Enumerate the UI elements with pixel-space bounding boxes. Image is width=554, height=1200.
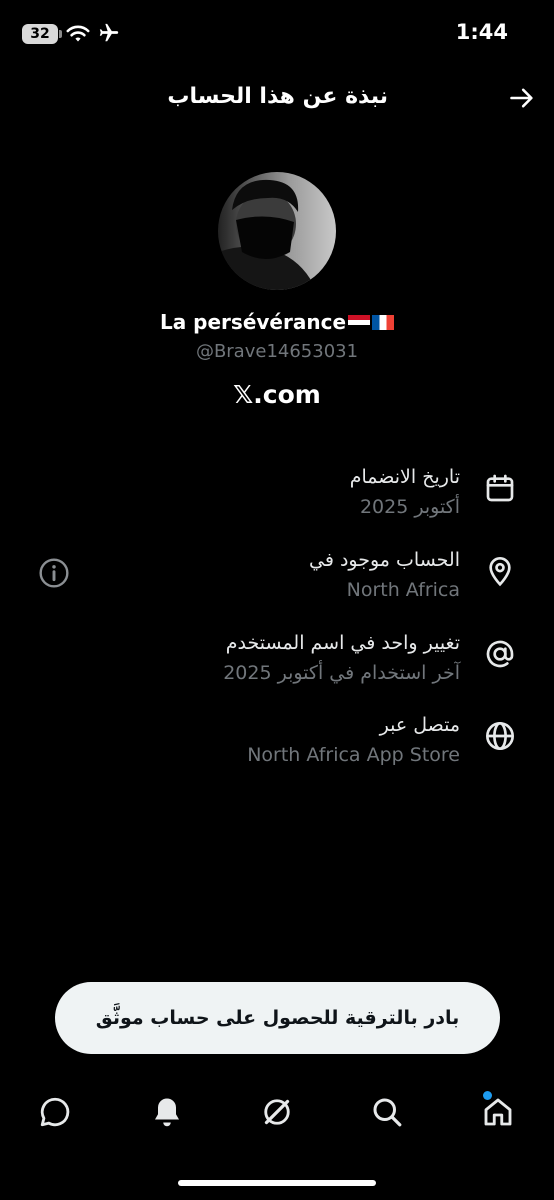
at-sign-icon [486,640,514,668]
info-row-location: الحساب موجود في North Africa [0,549,554,619]
avatar[interactable] [218,172,336,290]
notifications-icon [155,1098,179,1127]
status-bar: 32 1:44 [0,0,554,68]
home-indicator[interactable] [178,1180,376,1186]
display-name: La persévérance [159,310,347,334]
battery-nub [59,30,62,38]
info-row-joined: تاريخ الانضمام أكتوبر 2025 [0,466,554,536]
egypt-flag-icon [348,315,371,330]
battery-icon: 32 [22,24,58,44]
platform-label: 𝕏.com [233,380,321,409]
info-icon[interactable] [38,557,70,589]
row-value: North Africa [346,579,460,601]
bottom-nav [0,1080,554,1150]
globe-icon [486,722,514,750]
upgrade-verified-button[interactable]: بادر بالترقية للحصول على حساب موثَّق [55,982,500,1054]
battery-level: 32 [30,26,50,42]
airplane-icon [99,23,119,42]
arrow-right-icon [510,88,533,108]
search-icon [373,1098,402,1127]
clock: 1:44 [455,20,508,44]
avatar-photo [218,172,336,290]
location-pin-icon [489,557,511,587]
info-row-username-change: تغيير واحد في اسم المستخدم آخر استخدام ف… [0,632,554,702]
nav-messages[interactable] [35,1092,75,1132]
nav-search[interactable] [367,1092,407,1132]
calendar-icon [486,474,514,502]
page-title: نبذة عن هذا الحساب [167,84,388,109]
row-title: تاريخ الانضمام [349,466,460,488]
wifi-icon [66,25,90,42]
row-title: تغيير واحد في اسم المستخدم [225,632,460,654]
back-button[interactable] [504,80,540,116]
nav-notifications[interactable] [147,1092,187,1132]
username[interactable]: @Brave14653031 [0,341,554,362]
row-value: أكتوبر 2025 [359,496,460,518]
messages-icon [40,1097,70,1127]
header: نبذة عن هذا الحساب [0,70,554,126]
france-flag-icon [372,315,395,330]
unread-dot [483,1091,492,1100]
row-value: آخر استخدام في أكتوبر 2025 [223,662,460,684]
grok-icon [264,1099,290,1125]
info-row-connected-via: متصل عبر North Africa App Store [0,714,554,784]
nav-grok[interactable] [257,1092,297,1132]
row-title: الحساب موجود في [309,549,460,571]
row-value: North Africa App Store [247,744,460,766]
display-name-row: La persévérance [0,310,554,334]
row-title: متصل عبر [379,714,460,736]
